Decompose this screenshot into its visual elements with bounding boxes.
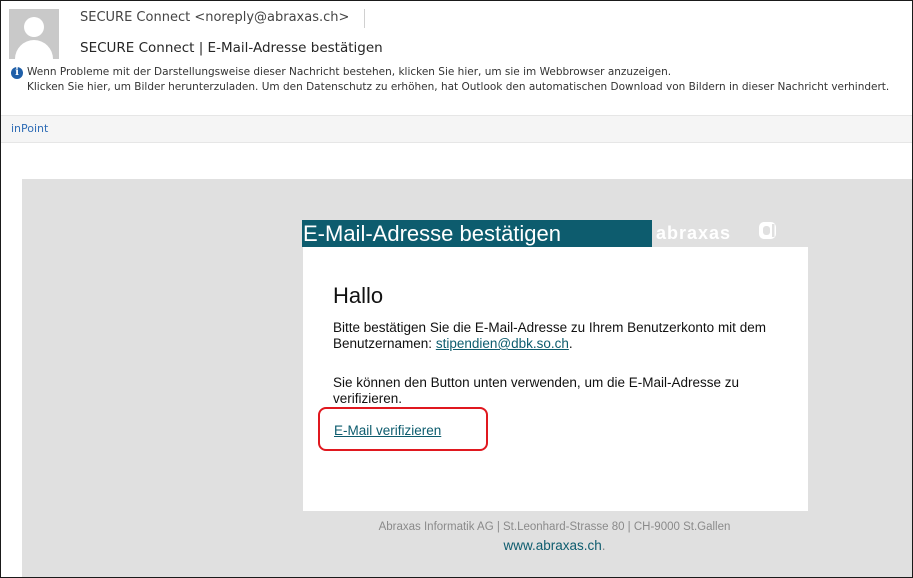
- header-divider: [364, 9, 365, 28]
- footer-period: .: [601, 538, 606, 553]
- verify-link-highlight: [318, 407, 488, 451]
- sender-address[interactable]: SECURE Connect <noreply@abraxas.ch>: [80, 10, 349, 25]
- button-instruction-paragraph: Sie können den Button unten verwenden, u…: [333, 375, 739, 406]
- greeting-heading: Hallo: [333, 283, 384, 308]
- addin-bar: inPoint: [1, 115, 912, 143]
- sender-avatar: [9, 9, 59, 59]
- footer-address: Abraxas Informatik AG | St.Leonhard-Stra…: [378, 521, 731, 533]
- browser-view-notice[interactable]: Wenn Probleme mit der Darstellungsweise …: [27, 66, 671, 78]
- paragraph-period: .: [568, 336, 573, 351]
- banner-title: E-Mail-Adresse bestätigen: [303, 221, 562, 246]
- addin-inpoint-link[interactable]: inPoint: [11, 122, 48, 135]
- email-subject: SECURE Connect | E-Mail-Adresse bestätig…: [80, 40, 383, 56]
- info-icon: i: [11, 67, 23, 79]
- abraxas-logo-text: abraxas: [656, 223, 732, 243]
- avatar-body: [15, 40, 53, 59]
- abraxas-logo-icon: [759, 222, 776, 239]
- avatar-head: [24, 17, 44, 37]
- username-email-link[interactable]: stipendien@dbk.so.ch: [436, 336, 569, 351]
- website-link[interactable]: www.abraxas.ch: [503, 538, 601, 553]
- footer-website: www.abraxas.ch.: [322, 538, 787, 553]
- confirmation-paragraph: Bitte bestätigen Sie die E-Mail-Adresse …: [333, 320, 783, 352]
- download-images-notice[interactable]: Klicken Sie hier, um Bilder herunterzula…: [27, 81, 889, 93]
